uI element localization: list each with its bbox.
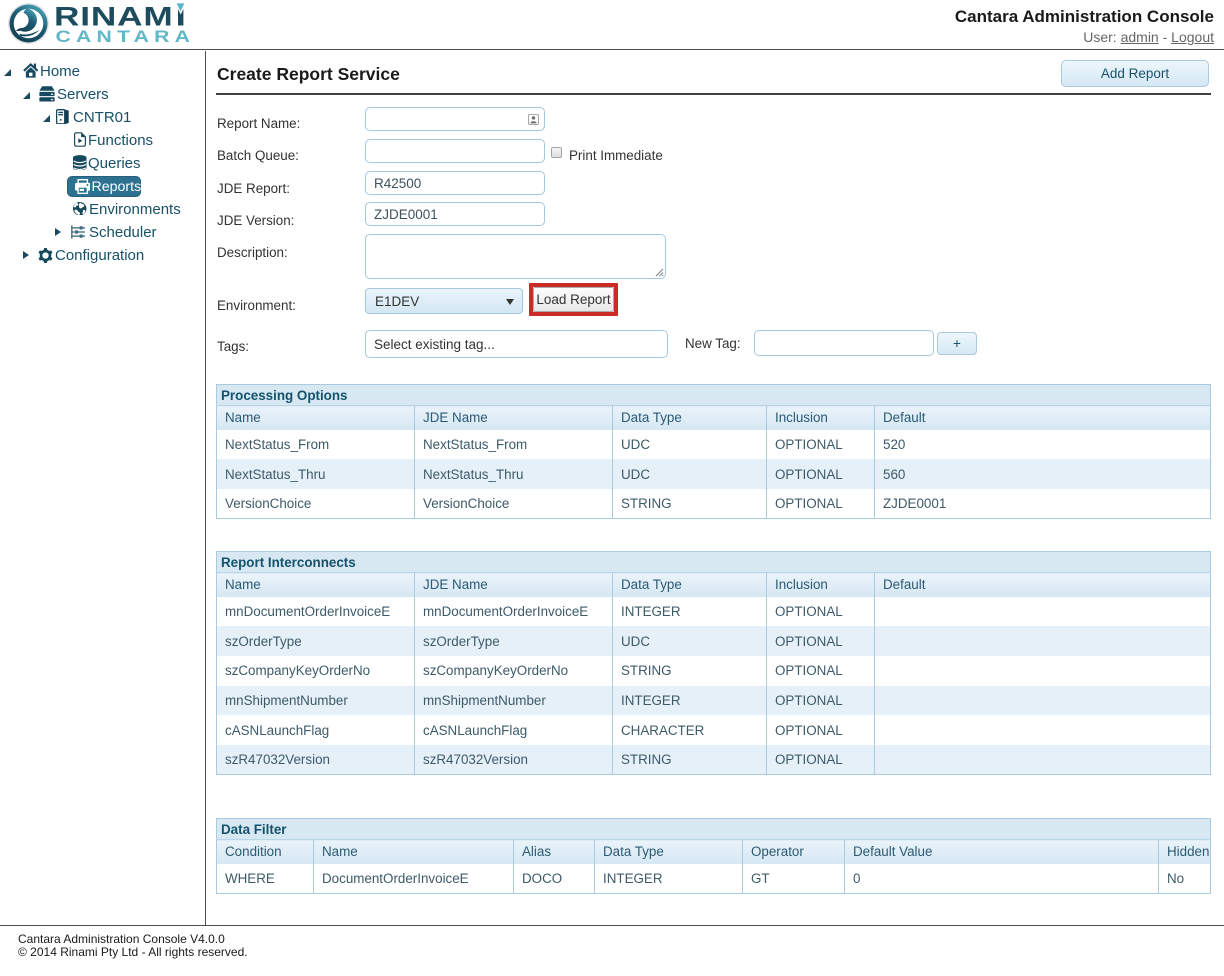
svg-text:RINAM: RINAM: [54, 2, 173, 32]
svg-text:CANTARA: CANTARA: [56, 28, 196, 46]
